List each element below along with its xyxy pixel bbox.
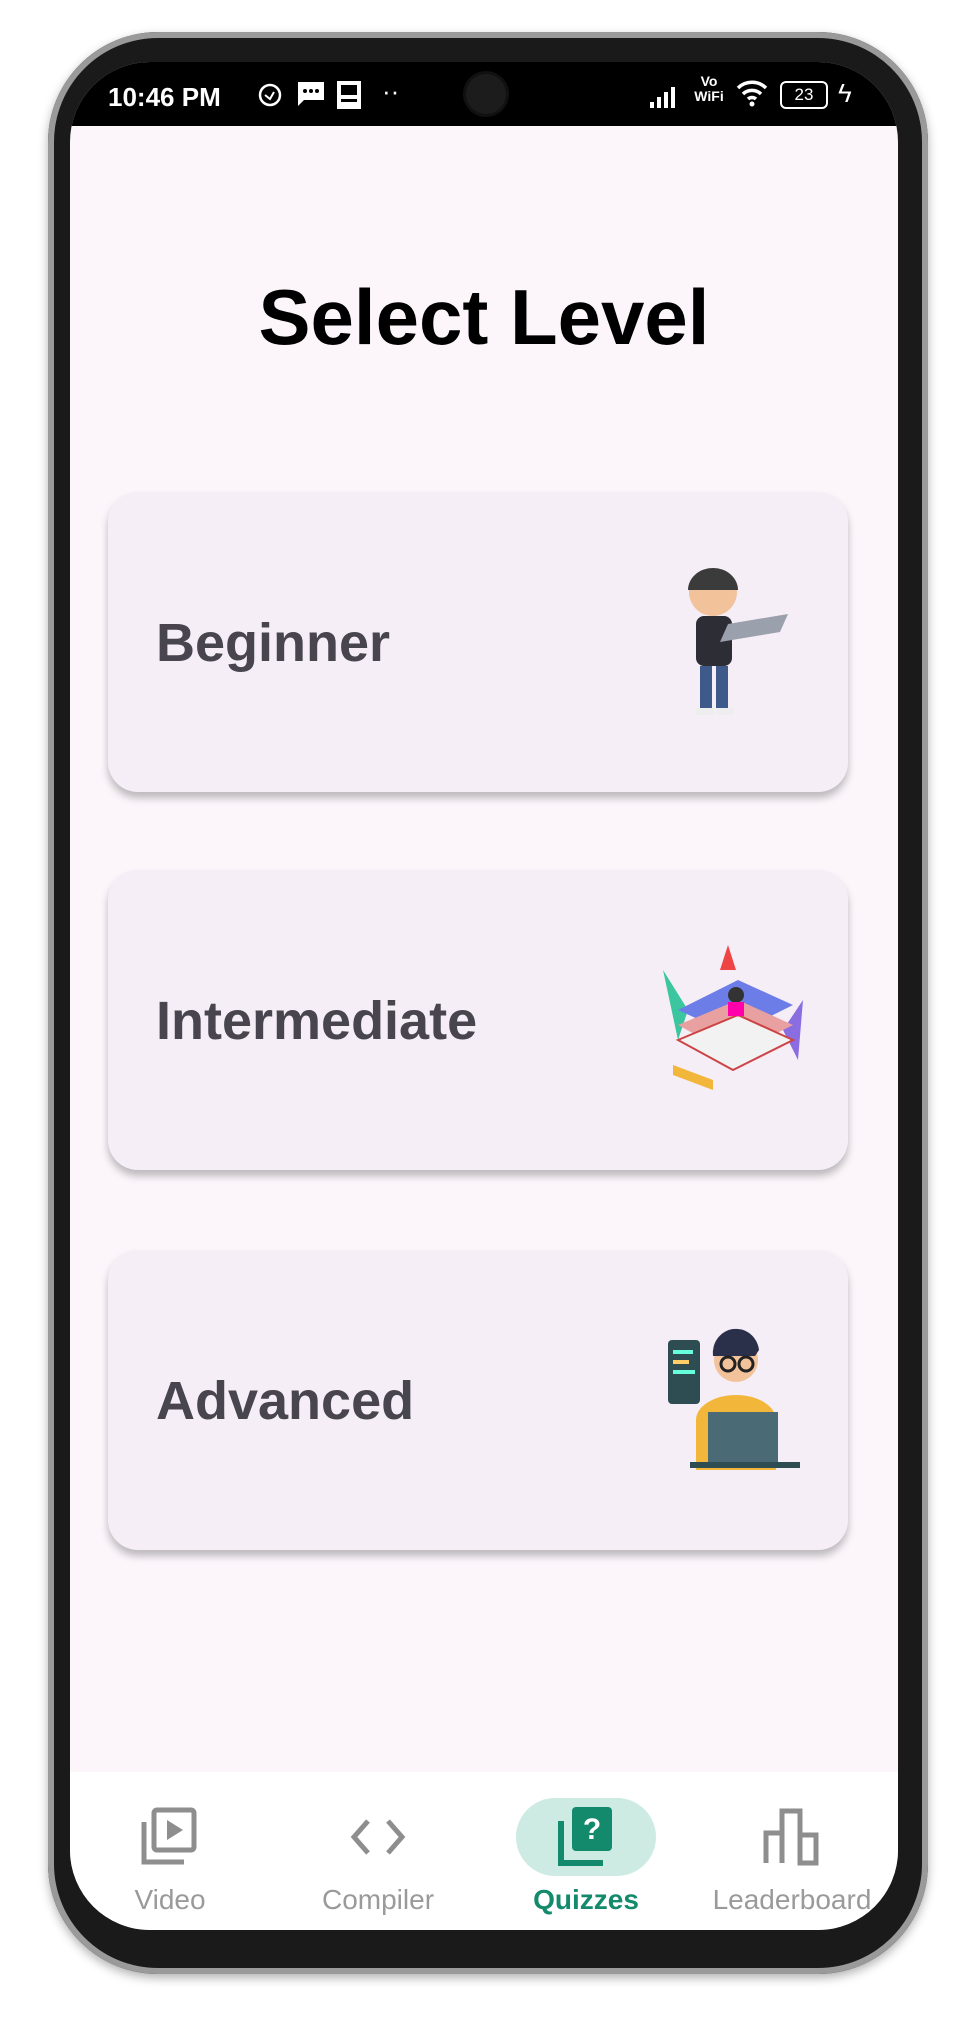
message-icon (298, 82, 324, 106)
beginner-illustration (688, 568, 788, 715)
notification-icon (337, 81, 361, 109)
status-time: 10:46 PM (108, 82, 221, 112)
advanced-illustration (668, 1328, 800, 1470)
charging-icon: ϟ (838, 78, 852, 108)
tab-label: Quizzes (533, 1884, 639, 1915)
level-label: Beginner (156, 613, 391, 673)
front-camera (466, 74, 506, 114)
status-bar: 10:46 PM ·· Vo WiFi 23 ϟ (70, 62, 898, 126)
tab-leaderboard[interactable]: Leaderboard (692, 1772, 892, 1930)
tab-label: Video (134, 1884, 206, 1915)
vowifi-icon: Vo WiFi (694, 73, 724, 104)
svg-text:?: ? (583, 1813, 601, 1846)
code-icon (350, 1819, 406, 1855)
more-notifications-icon: ·· (382, 76, 400, 106)
alarm-icon (258, 83, 282, 107)
intermediate-illustration (663, 945, 803, 1090)
level-card-beginner[interactable]: Beginner (108, 492, 848, 792)
battery-level: 23 (794, 85, 814, 104)
tab-quizzes[interactable]: ? Quizzes (486, 1772, 686, 1930)
tab-video[interactable]: Video (70, 1772, 270, 1930)
screen: 10:46 PM ·· Vo WiFi 23 ϟ Select Level Be… (70, 62, 898, 1930)
level-card-advanced[interactable]: Advanced (108, 1250, 848, 1550)
leaderboard-icon (763, 1808, 819, 1866)
bottom-nav: Video Compiler ? Quizzes Leaderboard (70, 1772, 898, 1930)
page-title: Select Level (258, 273, 710, 361)
signal-icon (650, 87, 675, 108)
level-label: Advanced (156, 1371, 415, 1431)
quiz-icon: ? (558, 1807, 612, 1866)
level-label: Intermediate (156, 991, 478, 1051)
tab-label: Compiler (321, 1884, 435, 1915)
active-tab-indicator: ? (516, 1798, 656, 1876)
tab-label: Leaderboard (712, 1884, 872, 1915)
video-library-icon (141, 1807, 197, 1865)
tab-compiler[interactable]: Compiler (278, 1772, 478, 1930)
level-card-intermediate[interactable]: Intermediate (108, 870, 848, 1170)
battery-icon: 23 (780, 81, 828, 109)
wifi-icon (736, 80, 768, 107)
